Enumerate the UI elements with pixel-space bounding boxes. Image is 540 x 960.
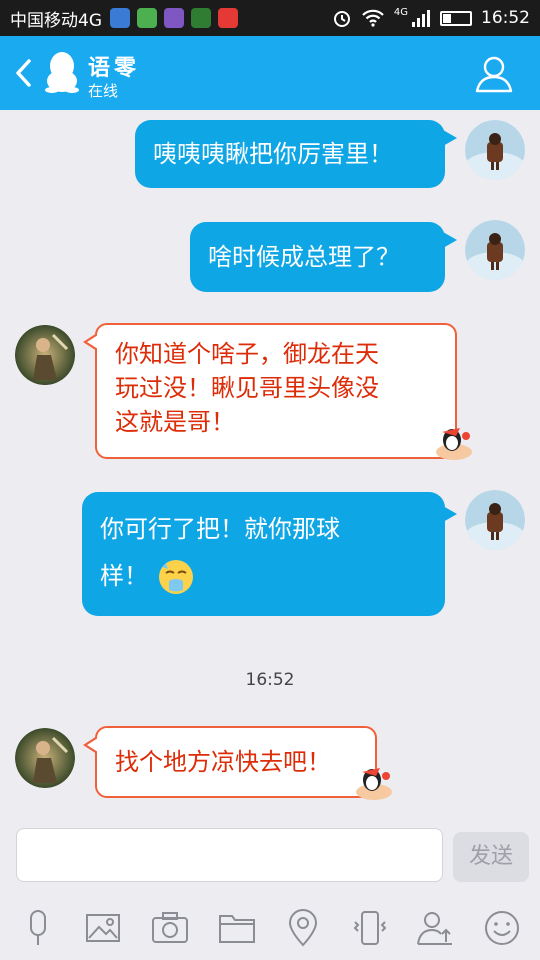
penguin-bubble-decoration-icon	[436, 428, 472, 460]
camera-button[interactable]	[150, 908, 190, 948]
message-text-line: 这就是哥！	[115, 408, 235, 436]
contact-avatar[interactable]	[15, 325, 75, 385]
message-text: 啥时候成总理了？	[208, 243, 400, 271]
status-bar: 中国移动4G 4G 16:52	[0, 0, 540, 36]
my-avatar[interactable]	[465, 490, 525, 550]
message-timestamp: 16:52	[245, 670, 295, 690]
contact-avatar[interactable]	[15, 728, 75, 788]
puzzle-app-icon	[191, 8, 211, 28]
folder-icon	[219, 915, 255, 943]
weibo-app-icon	[218, 8, 238, 28]
send-button[interactable]: 发送	[453, 832, 529, 882]
chat-history[interactable]: 咦咦咦瞅把你厉害里！ 啥时候成总理了？ 你知道个啥子，御龙在天 玩过没！瞅见哥里…	[0, 110, 540, 824]
carrier-label: 中国移动4G	[10, 10, 102, 31]
location-button[interactable]	[283, 908, 323, 948]
voice-button[interactable]	[18, 908, 58, 948]
battery-icon	[440, 10, 472, 26]
message-text: 找个地方凉快去吧！	[115, 748, 331, 776]
back-button[interactable]	[10, 56, 38, 90]
browser-app-icon	[137, 8, 157, 28]
emoji-button[interactable]	[482, 908, 522, 948]
file-button[interactable]	[217, 908, 257, 948]
location-icon	[288, 909, 318, 947]
album-button[interactable]	[83, 908, 123, 948]
microphone-icon	[30, 910, 46, 945]
my-avatar[interactable]	[465, 220, 525, 280]
notes-app-icon	[164, 8, 184, 28]
contact-name: 语零	[88, 56, 141, 81]
profile-button[interactable]	[472, 54, 516, 94]
signal-icon	[412, 10, 430, 27]
input-toolbar	[0, 894, 540, 960]
message-bubble-outgoing[interactable]: 你可行了把！就你那球 样！	[82, 492, 457, 616]
shake-button[interactable]	[350, 908, 390, 948]
message-bubble-incoming[interactable]: 找个地方凉快去吧！	[83, 726, 377, 798]
qq-penguin-icon	[44, 50, 80, 94]
message-bubble-incoming[interactable]: 你知道个啥子，御龙在天 玩过没！瞅见哥里头像没 这就是哥！	[83, 323, 457, 459]
image-icon	[86, 914, 120, 942]
gallery-app-icon	[110, 8, 130, 28]
compose-bar: 发送	[0, 824, 540, 894]
my-avatar[interactable]	[465, 120, 525, 180]
message-text-line: 你知道个啥子，御龙在天	[115, 340, 379, 368]
clock-label: 16:52	[481, 8, 530, 28]
chat-header: 语零 在线	[0, 36, 540, 110]
shake-icon	[353, 911, 387, 945]
person-icon	[475, 56, 513, 93]
camera-icon	[152, 912, 188, 943]
alarm-icon	[333, 11, 350, 27]
share-contact-button[interactable]	[415, 908, 455, 948]
penguin-bubble-decoration-icon	[356, 768, 392, 800]
message-bubble-outgoing[interactable]: 咦咦咦瞅把你厉害里！	[135, 120, 457, 188]
message-bubble-outgoing[interactable]: 啥时候成总理了？	[190, 222, 457, 292]
wifi-icon	[362, 9, 384, 27]
chevron-left-icon	[16, 59, 31, 87]
smiley-icon	[485, 911, 519, 945]
contact-status: 在线	[88, 82, 119, 100]
message-text-line: 玩过没！瞅见哥里头像没	[115, 374, 379, 402]
sweat-cry-emoji-icon	[158, 560, 193, 594]
message-text-line: 样！	[100, 562, 148, 590]
message-input[interactable]	[16, 828, 443, 882]
network-type-label: 4G	[393, 6, 408, 18]
message-text: 咦咦咦瞅把你厉害里！	[153, 140, 393, 168]
share-contact-icon	[417, 912, 452, 945]
message-text-line: 你可行了把！就你那球	[100, 515, 340, 543]
